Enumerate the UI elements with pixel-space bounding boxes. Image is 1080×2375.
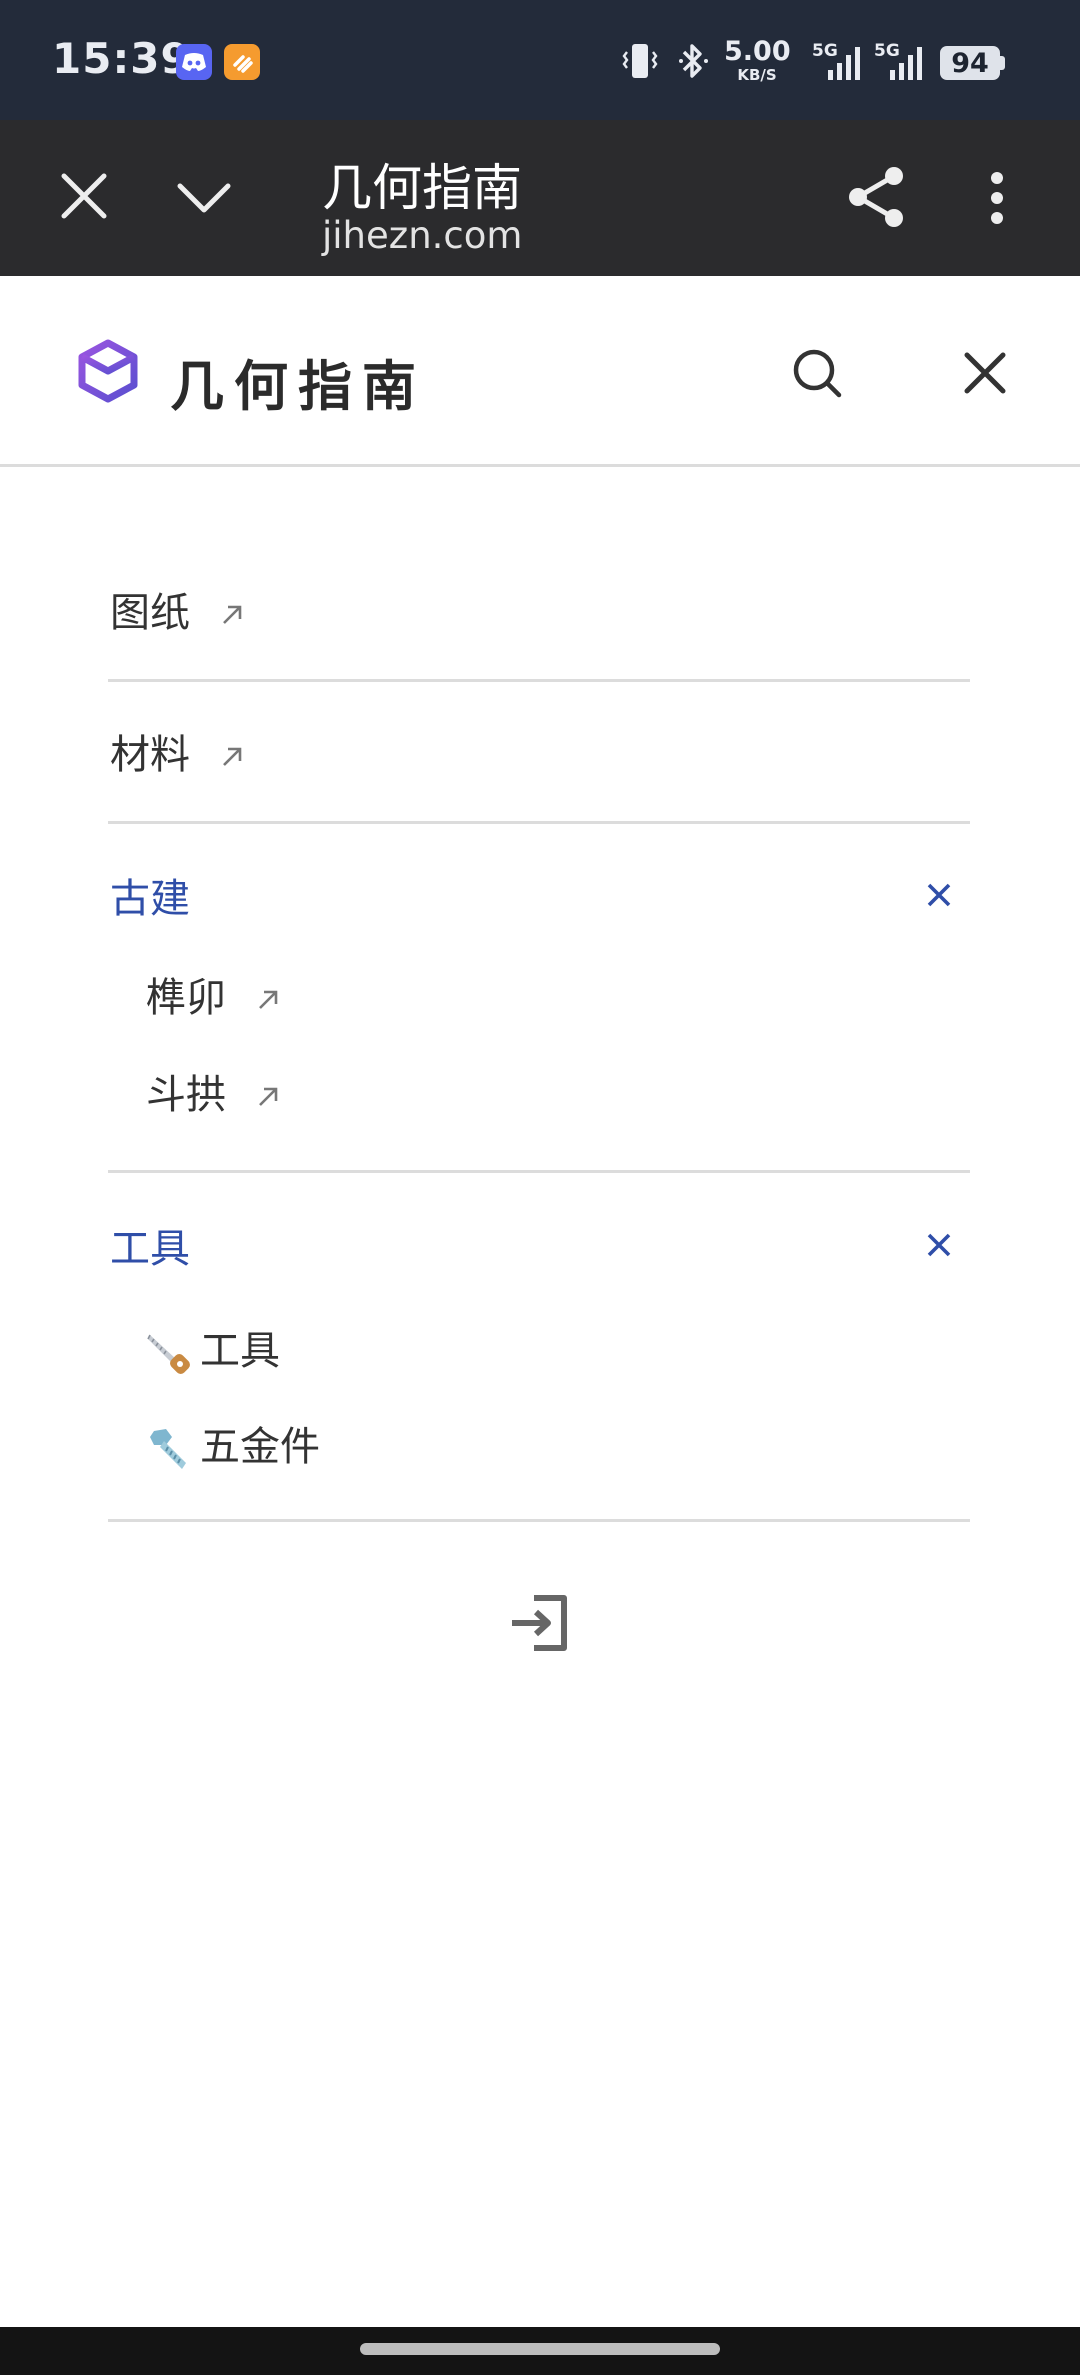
- close-icon[interactable]: [962, 350, 1008, 396]
- search-icon[interactable]: [790, 346, 844, 400]
- collapse-x-icon[interactable]: [926, 1232, 952, 1258]
- menu-item-drawings[interactable]: 图纸: [110, 580, 970, 640]
- orange-app-icon: [224, 44, 260, 80]
- menu-group-ancient-architecture[interactable]: 古建: [110, 866, 970, 926]
- collapse-x-icon[interactable]: [926, 882, 952, 908]
- signal-label: 5G: [812, 41, 838, 61]
- battery-tip: [1000, 56, 1005, 70]
- saw-icon: [147, 1334, 190, 1374]
- submenu-item-label: 五金件: [200, 1424, 320, 1470]
- external-link-icon: [258, 1087, 278, 1106]
- logo-cube-icon[interactable]: [76, 338, 140, 404]
- external-link-icon: [258, 990, 278, 1009]
- menu-group-tools[interactable]: 工具: [110, 1216, 970, 1276]
- signal-label: 5G: [874, 41, 900, 61]
- signal-icon: 5G: [874, 41, 922, 80]
- menu-divider: [108, 1519, 970, 1522]
- share-icon[interactable]: [846, 164, 908, 230]
- submenu-item-mortise-tenon[interactable]: 榫卯: [146, 965, 281, 1023]
- submenu-item-label: 工具: [200, 1328, 280, 1374]
- external-link-icon: [222, 747, 242, 766]
- menu-divider: [108, 821, 970, 824]
- submenu-item-tools[interactable]: 工具: [146, 1318, 280, 1377]
- menu-group-label: 古建: [110, 876, 190, 922]
- status-time: 15:39: [52, 34, 191, 83]
- browser-toolbar: 几何指南 jihezn.com: [0, 120, 1080, 276]
- signal-icon: 5G: [812, 41, 860, 80]
- menu-divider: [108, 679, 970, 682]
- more-vert-icon[interactable]: [982, 168, 1012, 228]
- menu-divider: [108, 1170, 970, 1173]
- page-title: 几何指南: [322, 159, 522, 217]
- page-url[interactable]: jihezn.com: [322, 214, 522, 257]
- discord-icon: [176, 44, 212, 80]
- bluetooth-icon: [679, 44, 708, 78]
- menu-group-label: 工具: [110, 1226, 190, 1272]
- site-header: 几何指南: [0, 276, 1080, 467]
- network-speed: 5.00 KB/S: [724, 36, 791, 84]
- submenu-item-dougong[interactable]: 斗拱: [146, 1062, 281, 1120]
- submenu-item-label: 榫卯: [146, 975, 226, 1021]
- menu-item-label: 图纸: [110, 590, 190, 636]
- submenu-item-label: 斗拱: [146, 1072, 226, 1118]
- close-icon[interactable]: [58, 170, 110, 222]
- status-bar: 15:39 5.00 KB/S 5G 5G 94: [0, 0, 1080, 120]
- battery-icon: 94: [940, 46, 1000, 80]
- bolt-icon: [150, 1429, 186, 1469]
- home-indicator[interactable]: [360, 2343, 720, 2355]
- chevron-down-icon[interactable]: [174, 178, 234, 218]
- login-icon[interactable]: [508, 1592, 572, 1654]
- menu-item-label: 材料: [110, 732, 190, 778]
- site-name[interactable]: 几何指南: [170, 342, 426, 421]
- menu-item-materials[interactable]: 材料: [110, 722, 970, 782]
- vibrate-icon: [622, 44, 658, 78]
- external-link-icon: [222, 605, 242, 624]
- submenu-item-hardware[interactable]: 五金件: [146, 1414, 320, 1473]
